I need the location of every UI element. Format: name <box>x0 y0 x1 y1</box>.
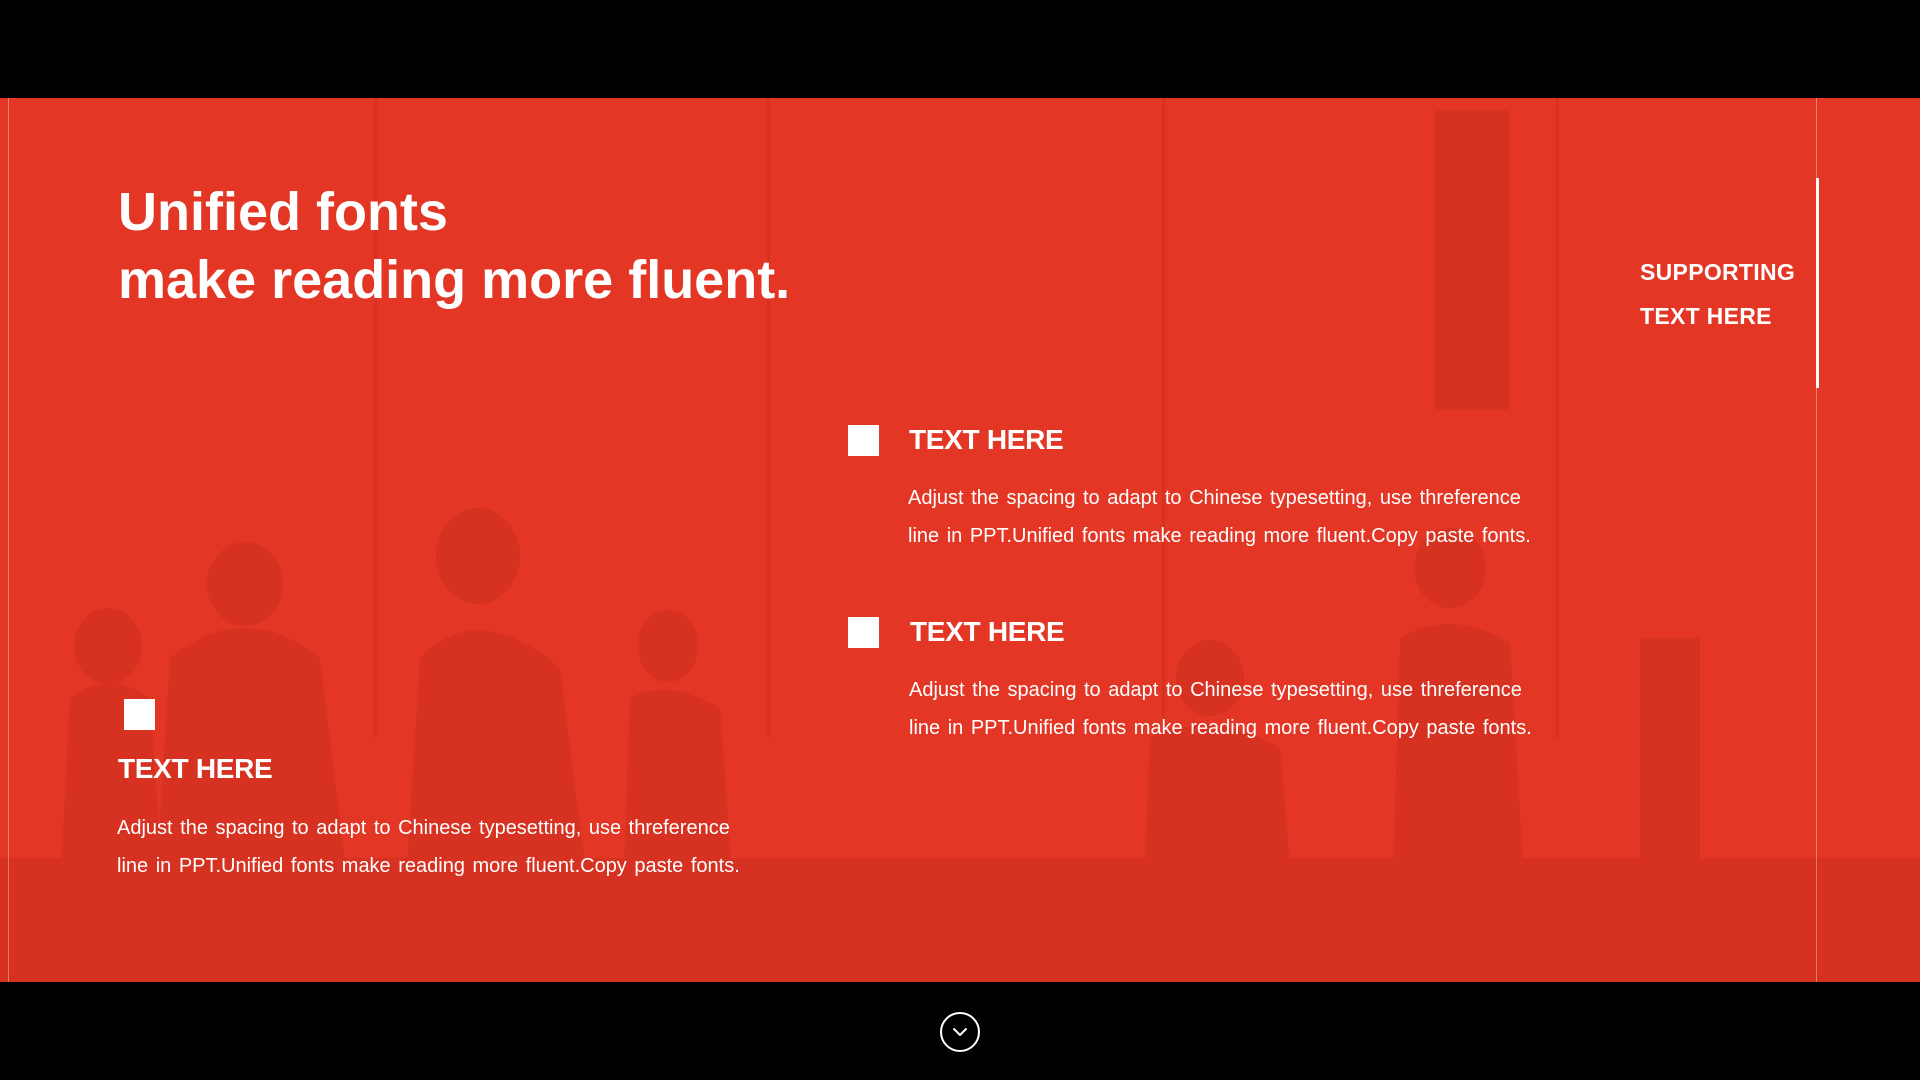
block-heading: TEXT HERE <box>909 424 1064 455</box>
bullet-square <box>124 699 155 730</box>
block-body: Adjust the spacing to adapt to Chinese t… <box>908 479 1588 555</box>
title-line-2: make reading more fluent. <box>118 250 791 310</box>
supporting-line-2: TEXT HERE <box>1640 303 1772 329</box>
bullet-square <box>848 617 879 648</box>
block-heading: TEXT HERE <box>118 753 273 784</box>
block-body: Adjust the spacing to adapt to Chinese t… <box>909 671 1589 747</box>
block-body-line: line in PPT.Unified fonts make reading m… <box>908 525 1531 547</box>
top-letterbox <box>0 0 1920 98</box>
block-heading: TEXT HERE <box>910 616 1065 647</box>
block-body-line: line in PPT.Unified fonts make reading m… <box>909 717 1532 739</box>
left-guide-line <box>8 98 9 982</box>
title-line-1: Unified fonts <box>118 182 448 242</box>
block-body: Adjust the spacing to adapt to Chinese t… <box>117 809 797 885</box>
chevron-down-icon <box>953 1028 967 1036</box>
block-body-line: Adjust the spacing to adapt to Chinese t… <box>117 817 730 839</box>
supporting-accent-line <box>1816 178 1819 388</box>
bullet-square <box>848 425 879 456</box>
slide-title: Unified fonts make reading more fluent. <box>118 178 790 314</box>
supporting-text: SUPPORTING TEXT HERE <box>1640 250 1810 338</box>
block-body-line: Adjust the spacing to adapt to Chinese t… <box>908 487 1521 509</box>
block-body-line: Adjust the spacing to adapt to Chinese t… <box>909 679 1522 701</box>
block-body-line: line in PPT.Unified fonts make reading m… <box>117 855 740 877</box>
supporting-line-1: SUPPORTING <box>1640 259 1796 285</box>
next-slide-button[interactable] <box>940 1012 980 1052</box>
presentation-slide: Unified fonts make reading more fluent. … <box>0 98 1920 982</box>
